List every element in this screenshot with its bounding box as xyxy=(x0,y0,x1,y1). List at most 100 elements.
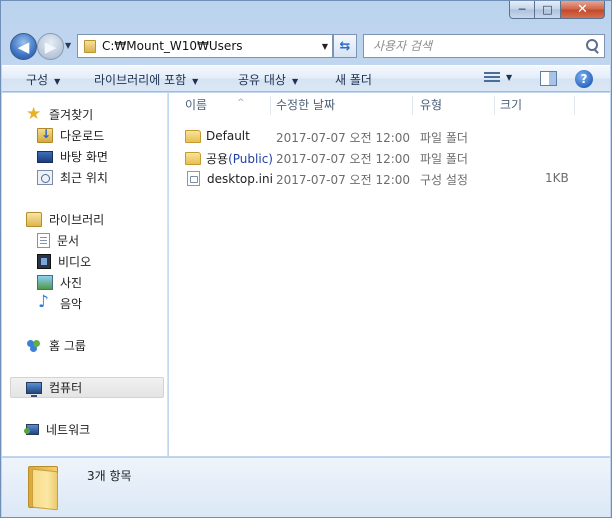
sidebar-item-desktop[interactable]: 바탕 화면 xyxy=(37,147,108,166)
recent-places-icon xyxy=(37,170,53,185)
sidebar-item-libraries[interactable]: 라이브러리 xyxy=(26,210,104,229)
include-in-library-label: 라이브러리에 포함 xyxy=(94,73,187,87)
sidebar-item-label: 문서 xyxy=(57,234,80,248)
sidebar-item-label: 다운로드 xyxy=(60,129,105,143)
folder-icon xyxy=(185,152,201,165)
caption-buttons: ─ □ ✕ xyxy=(509,1,605,19)
file-name-cell[interactable]: desktop.ini xyxy=(185,171,273,186)
sidebar-item-recent-places[interactable]: 최근 위치 xyxy=(37,168,108,187)
sidebar-item-label: 바탕 화면 xyxy=(60,150,108,164)
organize-menu[interactable]: 구성 ▼ xyxy=(26,71,60,88)
sort-ascending-icon: ^ xyxy=(237,98,245,108)
views-icon xyxy=(484,71,500,83)
forward-button[interactable]: ▶ xyxy=(37,33,64,60)
desktop-icon xyxy=(37,150,53,163)
network-icon xyxy=(24,424,39,435)
change-view-button[interactable]: ▼ xyxy=(484,71,520,83)
column-header-label: 이름 xyxy=(185,98,208,112)
sidebar-item-downloads[interactable]: 다운로드 xyxy=(37,126,104,145)
file-name: 공용 xyxy=(206,152,229,166)
file-name-cell[interactable]: Default xyxy=(185,129,250,143)
sidebar-item-label: 컴퓨터 xyxy=(49,381,83,395)
navigation-bar: ◀ ▶ ▼ C:₩Mount_W10₩Users ▼ ⇆ xyxy=(1,27,612,63)
chevron-down-icon: ▼ xyxy=(54,77,61,86)
sidebar-item-video[interactable]: 비디오 xyxy=(37,252,91,271)
close-button[interactable]: ✕ xyxy=(561,1,605,19)
sidebar-item-label: 비디오 xyxy=(58,255,92,269)
refresh-icon: ⇆ xyxy=(339,38,351,54)
search-icon[interactable] xyxy=(582,36,602,56)
organize-label: 구성 xyxy=(26,73,49,87)
help-icon[interactable]: ? xyxy=(575,70,593,88)
details-pane: 3개 항목 xyxy=(2,457,610,517)
file-modified: 2017-07-07 오전 12:00 xyxy=(276,131,411,145)
file-name-suffix: (Public) xyxy=(228,151,273,166)
explorer-window: ─ □ ✕ ◀ ▶ ▼ C:₩Mount_W10₩Users ▼ ⇆ 구성 ▼ 라… xyxy=(0,0,612,518)
folder-icon xyxy=(185,129,201,143)
column-header-name[interactable]: 이름 ^ xyxy=(185,93,245,118)
search-input[interactable] xyxy=(364,36,582,56)
sidebar-item-homegroup[interactable]: 홈 그룹 xyxy=(26,336,86,355)
sidebar-item-favorites[interactable]: 즐겨찾기 xyxy=(26,104,94,124)
forward-arrow-icon: ▶ xyxy=(44,37,57,56)
folder-icon xyxy=(28,466,60,511)
command-bar: 구성 ▼ 라이브러리에 포함 ▼ 공유 대상 ▼ 새 폴더 ▼ ? xyxy=(2,65,610,92)
share-with-menu[interactable]: 공유 대상 ▼ xyxy=(238,71,298,88)
library-icon xyxy=(26,212,42,227)
sidebar-item-documents[interactable]: 문서 xyxy=(37,231,79,250)
column-divider[interactable] xyxy=(574,96,575,115)
chevron-down-icon: ▼ xyxy=(192,77,199,86)
sidebar-item-pictures[interactable]: 사진 xyxy=(37,273,82,292)
file-modified: 2017-07-07 오전 12:00 xyxy=(276,152,411,166)
file-name: Default xyxy=(206,129,250,143)
back-arrow-icon: ◀ xyxy=(17,37,30,56)
star-icon xyxy=(26,104,42,124)
homegroup-icon xyxy=(26,338,42,353)
sidebar-item-label: 사진 xyxy=(60,276,83,290)
column-divider[interactable] xyxy=(412,96,413,115)
file-type: 구성 설정 xyxy=(420,173,468,187)
video-icon xyxy=(37,254,51,269)
sidebar-item-computer[interactable]: 컴퓨터 xyxy=(26,378,82,397)
file-name-cell[interactable]: 공용 (Public) xyxy=(185,150,273,167)
table-row[interactable]: 공용 (Public) 2017-07-07 오전 12:00 파일 폴더 xyxy=(169,147,610,168)
computer-icon xyxy=(26,381,42,397)
table-row[interactable]: desktop.ini 2017-07-07 오전 12:00 구성 설정 1K… xyxy=(169,168,610,189)
documents-icon xyxy=(37,233,50,248)
file-type: 파일 폴더 xyxy=(420,152,468,166)
sidebar-item-label: 즐겨찾기 xyxy=(49,108,94,122)
file-name: desktop.ini xyxy=(207,171,273,186)
file-size: 1KB xyxy=(545,171,569,185)
sidebar-item-label: 음악 xyxy=(60,297,83,311)
minimize-button[interactable]: ─ xyxy=(509,1,535,19)
address-path[interactable]: C:₩Mount_W10₩Users xyxy=(102,39,318,53)
config-file-icon xyxy=(187,171,200,186)
column-divider[interactable] xyxy=(494,96,495,115)
column-header-size[interactable]: 크기 xyxy=(500,93,522,118)
preview-pane-icon[interactable] xyxy=(540,71,557,86)
new-folder-button[interactable]: 새 폴더 xyxy=(335,71,372,88)
share-with-label: 공유 대상 xyxy=(238,73,286,87)
search-box xyxy=(363,34,605,58)
navigation-pane: 즐겨찾기 다운로드 바탕 화면 최근 위치 라이브러리 문서 비디오 사진 xyxy=(2,93,168,456)
sidebar-item-label: 라이브러리 xyxy=(49,213,105,227)
column-header-modified[interactable]: 수정한 날짜 xyxy=(276,93,335,118)
refresh-button[interactable]: ⇆ xyxy=(333,34,357,58)
file-type: 파일 폴더 xyxy=(420,131,468,145)
chevron-down-icon: ▼ xyxy=(506,72,513,82)
sidebar-item-music[interactable]: 음악 xyxy=(37,292,83,313)
pictures-icon xyxy=(37,275,53,290)
table-row[interactable]: Default 2017-07-07 오전 12:00 파일 폴더 xyxy=(169,126,610,147)
maximize-button[interactable]: □ xyxy=(535,1,561,19)
sidebar-item-label: 홈 그룹 xyxy=(49,339,86,353)
include-in-library-menu[interactable]: 라이브러리에 포함 ▼ xyxy=(94,71,198,88)
sidebar-item-network[interactable]: 네트워크 xyxy=(24,420,91,439)
column-header-type[interactable]: 유형 xyxy=(420,93,442,118)
sidebar-item-label: 네트워크 xyxy=(46,423,91,437)
address-bar[interactable]: C:₩Mount_W10₩Users ▼ xyxy=(77,34,333,58)
column-divider[interactable] xyxy=(270,96,271,115)
back-button[interactable]: ◀ xyxy=(10,33,37,60)
address-dropdown-icon[interactable]: ▼ xyxy=(318,42,332,51)
item-count: 3개 항목 xyxy=(87,469,132,483)
recent-pages-dropdown[interactable]: ▼ xyxy=(65,41,71,50)
